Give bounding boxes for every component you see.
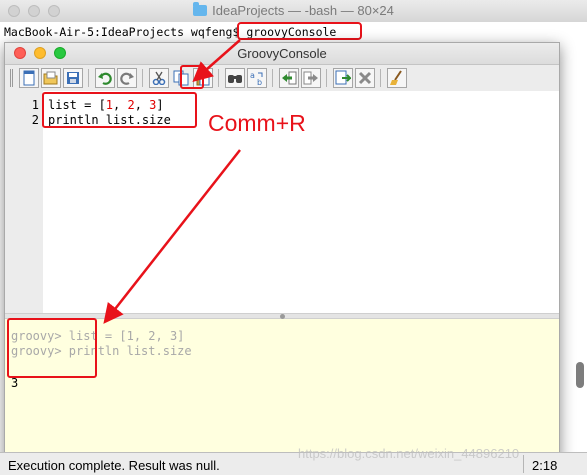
watermark: https://blog.csdn.net/weixin_44896210 bbox=[298, 446, 520, 461]
arrow-to-run-button bbox=[192, 39, 241, 82]
annotation-arrows bbox=[103, 39, 241, 324]
status-message: Execution complete. Result was null. bbox=[8, 458, 220, 473]
arrow-to-output bbox=[103, 149, 241, 324]
cursor-position: 2:18 bbox=[532, 458, 558, 473]
